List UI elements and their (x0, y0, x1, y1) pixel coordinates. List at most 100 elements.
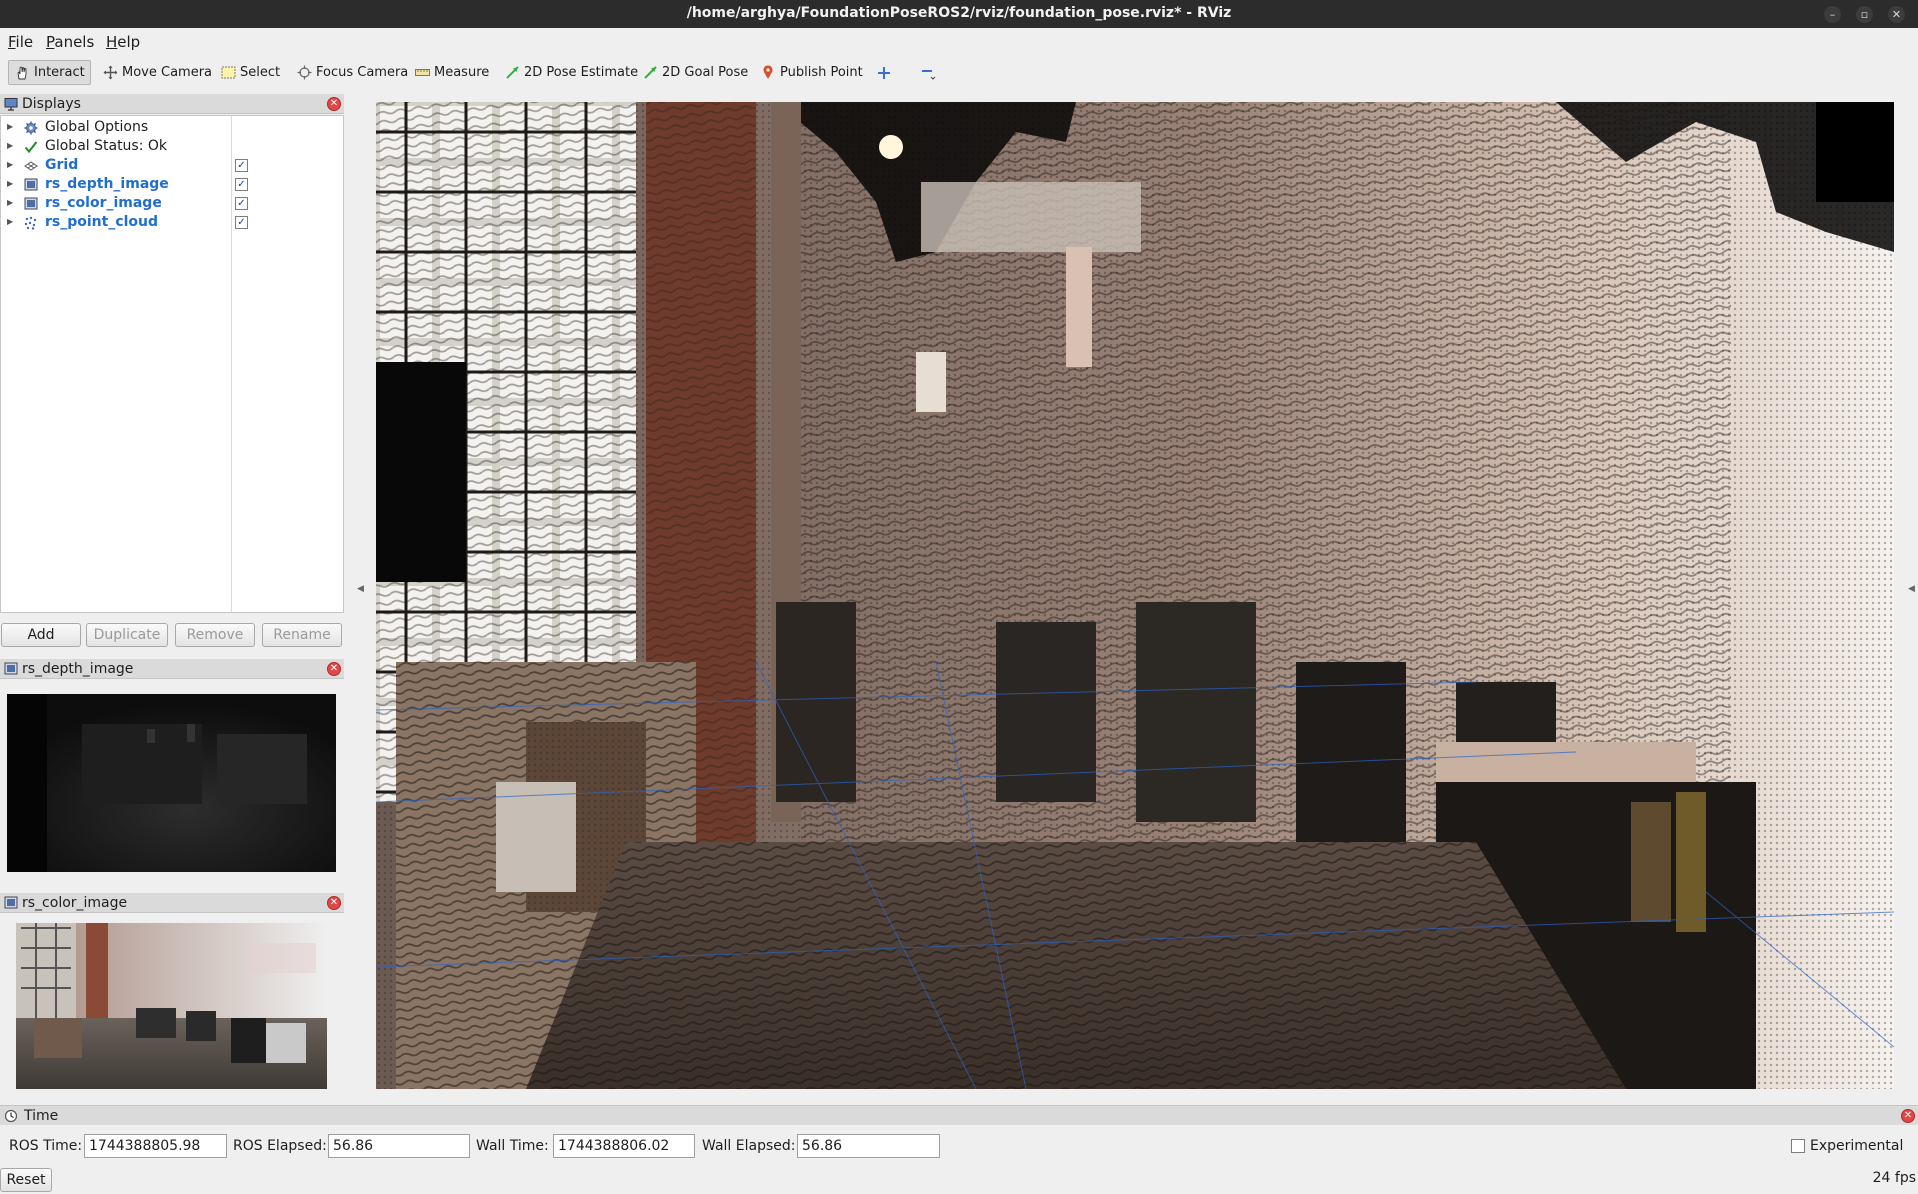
expand-arrow-icon[interactable]: ▶ (7, 179, 13, 188)
remove-tool-button[interactable] (914, 60, 942, 85)
2d-pose-estimate-tool-label: 2D Pose Estimate (524, 65, 639, 80)
image-icon (4, 662, 18, 676)
display-grid[interactable]: ▶ Grid ✓ (1, 156, 343, 175)
interact-tool-button[interactable]: Interact (8, 60, 91, 85)
2d-goal-pose-tool-button[interactable]: 2D Goal Pose (636, 60, 754, 85)
expand-arrow-icon[interactable]: ▶ (7, 198, 13, 207)
time-panel-header: Time ✕ (0, 1105, 1918, 1125)
expand-arrow-icon[interactable]: ▶ (7, 141, 13, 150)
gear-icon (23, 120, 38, 135)
move-camera-tool-label: Move Camera (122, 65, 213, 80)
menu-help[interactable]: Help (106, 33, 140, 51)
duplicate-display-button[interactable]: Duplicate (86, 623, 168, 647)
display-global-status[interactable]: ▶ Global Status: Ok (1, 137, 343, 156)
depth-image-panel-title: rs_depth_image (22, 660, 134, 677)
image-icon (23, 196, 38, 211)
wall-time-label: Wall Time: (476, 1138, 549, 1154)
focus-camera-icon (296, 65, 312, 81)
expand-arrow-icon[interactable]: ▶ (7, 160, 13, 169)
collapse-right-icon[interactable]: ◀ (1908, 584, 1915, 594)
pin-icon (760, 65, 776, 81)
menu-panels[interactable]: Panels (46, 33, 94, 51)
monitor-icon (4, 97, 18, 111)
ros-time-field[interactable]: 1744388805.98 (84, 1134, 227, 1158)
expand-arrow-icon[interactable]: ▶ (7, 217, 13, 226)
menu-bar: File Panels Help (0, 28, 1918, 53)
ros-elapsed-label: ROS Elapsed: (233, 1138, 327, 1154)
image-icon (4, 896, 18, 910)
check-icon (23, 139, 38, 154)
close-depth-image-icon[interactable]: ✕ (327, 662, 341, 676)
display-rs-point-cloud[interactable]: ▶ rs_point_cloud ✓ (1, 213, 343, 232)
interact-tool-label: Interact (34, 65, 85, 80)
right-splitter[interactable]: ◀ (1898, 96, 1918, 1094)
minimize-icon[interactable]: – (1824, 6, 1841, 23)
display-rs-depth-image[interactable]: ▶ rs_depth_image ✓ (1, 175, 343, 194)
measure-tool-button[interactable]: Measure (408, 60, 495, 85)
collapse-left-icon[interactable]: ◀ (357, 584, 364, 594)
experimental-checkbox[interactable] (1791, 1139, 1805, 1153)
display-label: rs_depth_image (45, 176, 169, 192)
color-image-render (16, 923, 327, 1089)
publish-point-tool-button[interactable]: Publish Point (754, 60, 869, 85)
image-icon (23, 177, 38, 192)
add-display-button[interactable]: Add (1, 623, 81, 647)
window-titlebar: /home/arghya/FoundationPoseROS2/rviz/fou… (0, 0, 1918, 28)
time-panel-title: Time (24, 1107, 59, 1124)
display-enabled-checkbox[interactable]: ✓ (235, 178, 248, 191)
select-icon (220, 65, 236, 81)
wall-time-field[interactable]: 1744388806.02 (553, 1134, 695, 1158)
display-enabled-checkbox[interactable]: ✓ (235, 216, 248, 229)
2d-goal-pose-tool-label: 2D Goal Pose (662, 65, 749, 80)
goal-arrow-icon (642, 65, 658, 81)
point-cloud-icon (23, 215, 38, 230)
add-tool-button[interactable] (870, 60, 898, 85)
depth-image-view (7, 694, 336, 872)
menu-file[interactable]: File (8, 33, 33, 51)
grid-icon (23, 158, 38, 173)
display-label: Grid (45, 157, 79, 173)
display-enabled-checkbox[interactable]: ✓ (235, 159, 248, 172)
wall-elapsed-label: Wall Elapsed: (702, 1138, 796, 1154)
status-bar: Reset 24 fps (0, 1166, 1918, 1194)
rename-display-button[interactable]: Rename (262, 623, 342, 647)
display-label: Global Options (45, 119, 149, 135)
display-enabled-checkbox[interactable]: ✓ (235, 197, 248, 210)
window-title: /home/arghya/FoundationPoseROS2/rviz/fou… (686, 5, 1232, 21)
2d-pose-estimate-tool-button[interactable]: 2D Pose Estimate (498, 60, 644, 85)
point-cloud-render (376, 102, 1894, 1089)
close-time-panel-icon[interactable]: ✕ (1901, 1109, 1915, 1123)
left-splitter[interactable]: ◀ (345, 96, 375, 1094)
3d-viewport[interactable] (376, 102, 1894, 1089)
displays-panel-title: Displays (22, 95, 81, 112)
remove-display-button[interactable]: Remove (175, 623, 255, 647)
close-displays-icon[interactable]: ✕ (327, 97, 341, 111)
color-image-panel-title: rs_color_image (22, 894, 128, 911)
wall-elapsed-field[interactable]: 56.86 (797, 1134, 940, 1158)
displays-panel-header: Displays ✕ (0, 94, 344, 114)
publish-point-tool-label: Publish Point (780, 65, 863, 80)
display-global-options[interactable]: ▶ Global Options (1, 118, 343, 137)
maximize-icon[interactable]: ▫ (1856, 6, 1873, 23)
select-tool-button[interactable]: Select (214, 60, 286, 85)
ros-elapsed-field[interactable]: 56.86 (328, 1134, 470, 1158)
plus-icon (876, 65, 892, 81)
select-tool-label: Select (240, 65, 281, 80)
displays-tree: ▶ Global Options ▶ Global Status: Ok ▶ G… (0, 115, 344, 613)
ros-time-label: ROS Time: (9, 1138, 83, 1154)
close-color-image-icon[interactable]: ✕ (327, 896, 341, 910)
expand-arrow-icon[interactable]: ▶ (7, 122, 13, 131)
focus-camera-tool-button[interactable]: Focus Camera (290, 60, 414, 85)
experimental-label: Experimental (1810, 1138, 1904, 1154)
display-label: Global Status: Ok (45, 138, 168, 154)
ruler-icon (414, 65, 430, 81)
display-label: rs_point_cloud (45, 214, 159, 230)
display-label: rs_color_image (45, 195, 162, 211)
depth-image-render (7, 694, 336, 872)
color-image-panel-header: rs_color_image ✕ (0, 893, 344, 913)
display-rs-color-image[interactable]: ▶ rs_color_image ✓ (1, 194, 343, 213)
close-window-icon[interactable]: ✕ (1888, 6, 1905, 23)
reset-button[interactable]: Reset (0, 1168, 52, 1192)
fps-readout: 24 fps (1872, 1170, 1916, 1186)
move-camera-tool-button[interactable]: Move Camera (96, 60, 218, 85)
